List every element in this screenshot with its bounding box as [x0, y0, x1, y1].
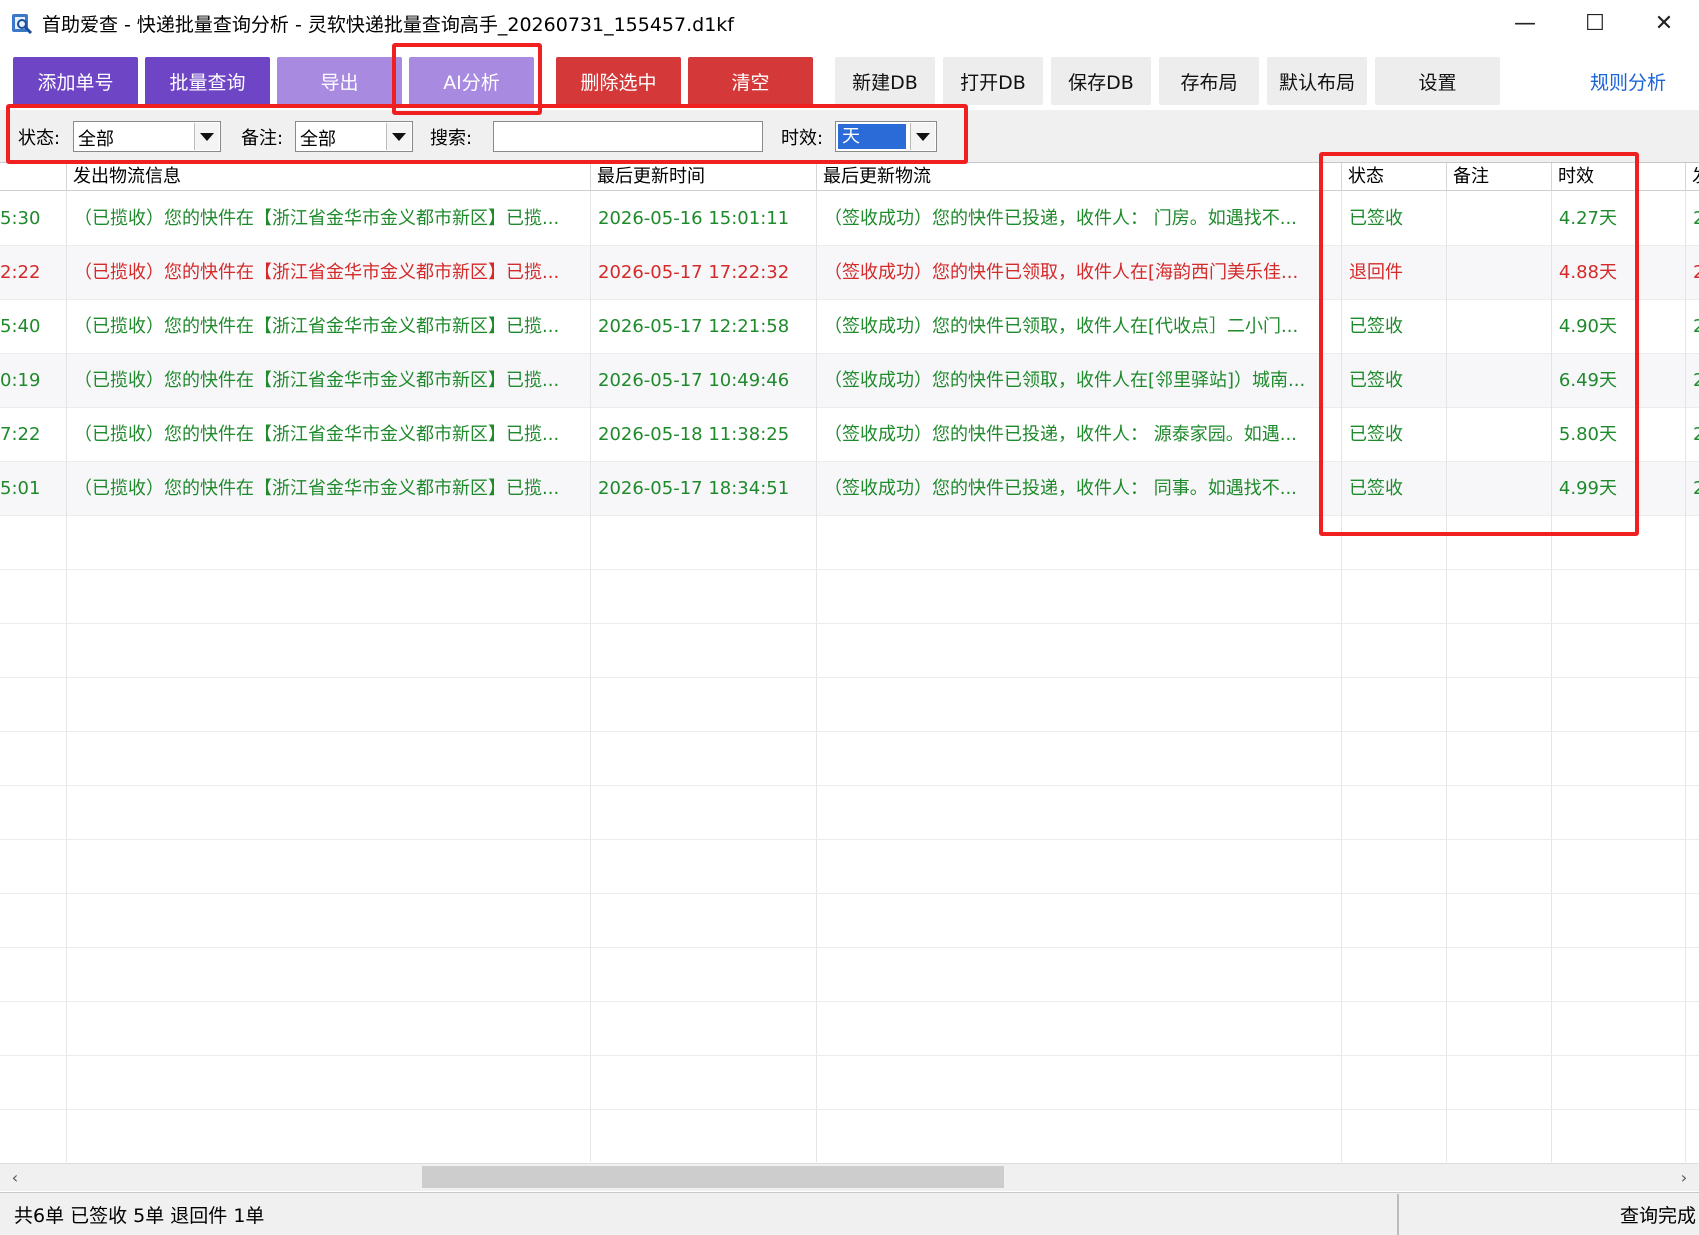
scroll-right-icon[interactable]: ›: [1671, 1163, 1697, 1191]
maximize-icon: ☐: [1585, 10, 1605, 36]
cell-time: 0:19: [0, 354, 67, 408]
empty-row: [0, 840, 1699, 894]
cell-time: 5:01: [0, 462, 67, 516]
cell-last-update-logistics: （签收成功）您的快件已投递，收件人： 源泰家园。如遇...: [817, 408, 1342, 462]
cell-last-update-logistics: （签收成功）您的快件已领取，收件人在[海韵西门美乐佳...: [817, 246, 1342, 300]
maximize-button[interactable]: ☐: [1560, 0, 1630, 46]
cell-more: 2: [1686, 246, 1699, 300]
empty-row: [0, 678, 1699, 732]
cell-time: 5:30: [0, 192, 67, 246]
cell-last-update-time: 2026-05-17 12:21:58: [591, 300, 817, 354]
cell-time: 5:40: [0, 300, 67, 354]
open-db-button[interactable]: 打开DB: [943, 57, 1043, 105]
column-header-more[interactable]: 发: [1686, 163, 1699, 191]
minimize-icon: —: [1514, 10, 1536, 36]
empty-row: [0, 624, 1699, 678]
status-summary: 共6单 已签收 5单 退回件 1单: [14, 1205, 265, 1227]
add-tracking-button[interactable]: 添加单号: [13, 57, 138, 105]
status-state: 查询完成: [1620, 1205, 1697, 1227]
cell-more: 2: [1686, 192, 1699, 246]
cell-last-update-time: 2026-05-18 11:38:25: [591, 408, 817, 462]
cell-last-update-time: 2026-05-17 10:49:46: [591, 354, 817, 408]
cell-time: 2:22: [0, 246, 67, 300]
empty-row: [0, 732, 1699, 786]
close-window-button[interactable]: ✕: [1629, 0, 1699, 46]
scrollbar-thumb[interactable]: [422, 1166, 1004, 1188]
cell-sent-info: （已揽收）您的快件在【浙江省金华市金义都市新区】已揽...: [67, 246, 591, 300]
cell-more: 2: [1686, 408, 1699, 462]
empty-row: [0, 786, 1699, 840]
cell-last-update-time: 2026-05-17 18:34:51: [591, 462, 817, 516]
empty-row: [0, 948, 1699, 1002]
default-layout-button[interactable]: 默认布局: [1267, 57, 1367, 105]
cell-sent-info: （已揽收）您的快件在【浙江省金华市金义都市新区】已揽...: [67, 354, 591, 408]
cell-last-update-logistics: （签收成功）您的快件已投递，收件人： 门房。如遇找不...: [817, 192, 1342, 246]
highlight-box-status-columns: [1319, 152, 1639, 536]
cell-last-update-logistics: （签收成功）您的快件已领取，收件人在[邻里驿站]）城南...: [817, 354, 1342, 408]
cell-last-update-logistics: （签收成功）您的快件已领取，收件人在[代收点］二小门...: [817, 300, 1342, 354]
column-header-time[interactable]: [0, 163, 67, 191]
delete-selected-button[interactable]: 删除选中: [556, 57, 681, 105]
cell-sent-info: （已揽收）您的快件在【浙江省金华市金义都市新区】已揽...: [67, 408, 591, 462]
column-header-last-update-logistics[interactable]: 最后更新物流: [817, 163, 1342, 191]
cell-more: 2: [1686, 354, 1699, 408]
cell-last-update-time: 2026-05-16 15:01:11: [591, 192, 817, 246]
minimize-button[interactable]: —: [1490, 0, 1560, 46]
empty-row: [0, 894, 1699, 948]
save-db-button[interactable]: 保存DB: [1051, 57, 1151, 105]
empty-row: [0, 570, 1699, 624]
batch-query-button[interactable]: 批量查询: [145, 57, 270, 105]
empty-row: [0, 1002, 1699, 1056]
window-title: 首助爱查 - 快递批量查询分析 - 灵软快递批量查询高手_20260731_15…: [42, 14, 734, 36]
empty-row: [0, 1056, 1699, 1110]
new-db-button[interactable]: 新建DB: [835, 57, 935, 105]
cell-last-update-time: 2026-05-17 17:22:32: [591, 246, 817, 300]
highlight-box-filters: [6, 104, 968, 164]
save-layout-button[interactable]: 存布局: [1159, 57, 1259, 105]
cell-sent-info: （已揽收）您的快件在【浙江省金华市金义都市新区】已揽...: [67, 192, 591, 246]
scroll-left-icon[interactable]: ‹: [2, 1163, 28, 1191]
cell-more: 2: [1686, 300, 1699, 354]
app-icon: [11, 12, 33, 35]
cell-last-update-logistics: （签收成功）您的快件已投递，收件人： 同事。如遇找不...: [817, 462, 1342, 516]
empty-row: [0, 1110, 1699, 1162]
clear-button[interactable]: 清空: [688, 57, 813, 105]
cell-time: 7:22: [0, 408, 67, 462]
cell-sent-info: （已揽收）您的快件在【浙江省金华市金义都市新区】已揽...: [67, 462, 591, 516]
export-button[interactable]: 导出: [277, 57, 402, 105]
cell-sent-info: （已揽收）您的快件在【浙江省金华市金义都市新区】已揽...: [67, 300, 591, 354]
close-icon: ✕: [1654, 10, 1674, 36]
status-divider: [1397, 1194, 1399, 1235]
rule-analysis-link[interactable]: 规则分析: [1590, 57, 1666, 105]
settings-button[interactable]: 设置: [1375, 57, 1500, 105]
column-header-sent-info[interactable]: 发出物流信息: [67, 163, 591, 191]
column-header-last-update-time[interactable]: 最后更新时间: [591, 163, 817, 191]
cell-more: 2: [1686, 462, 1699, 516]
